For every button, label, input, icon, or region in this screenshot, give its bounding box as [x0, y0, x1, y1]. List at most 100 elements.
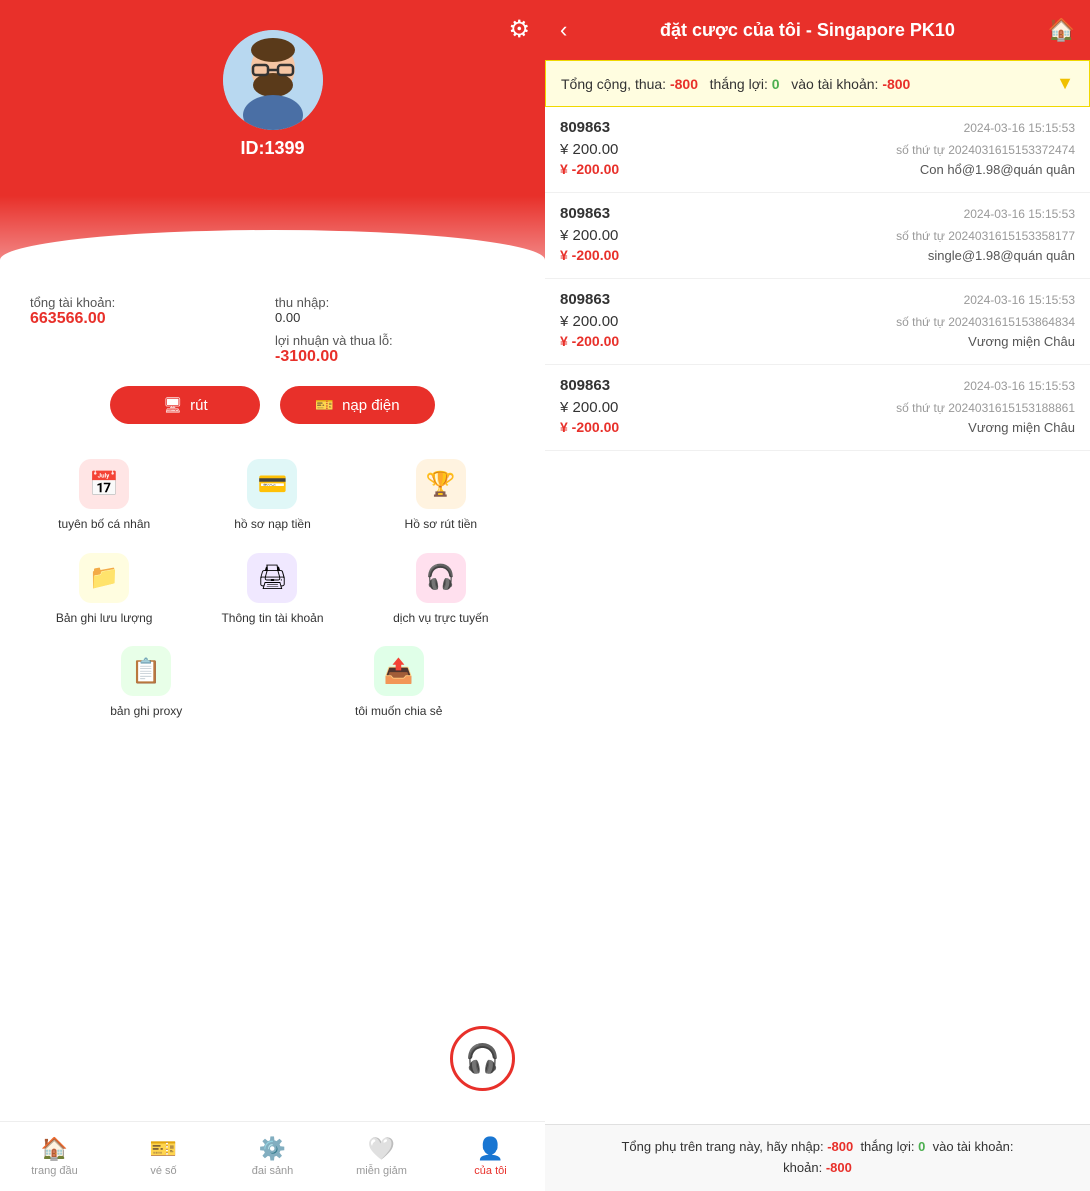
bet-record: 809863 2024-03-16 15:15:53 ¥ 200.00 số t…	[545, 365, 1090, 451]
bottom-navigation: 🏠 trang đầu 🎫 vé số ⚙️ đai sảnh 🤍 miễn g…	[0, 1121, 545, 1191]
bet-record: 809863 2024-03-16 15:15:53 ¥ 200.00 số t…	[545, 107, 1090, 193]
bets-list: 809863 2024-03-16 15:15:53 ¥ 200.00 số t…	[545, 107, 1090, 1124]
menu-item-tai-khoan[interactable]: 🖨 Thông tin tài khoản	[198, 553, 346, 627]
profile-icon: 👤	[477, 1136, 504, 1162]
bet-desc: single@1.98@quán quân	[928, 248, 1075, 263]
bet-id: 809863	[560, 291, 610, 308]
income-label: thu nhập:	[275, 295, 515, 310]
menu-item-rut-tien[interactable]: 🏆 Hồ sơ rút tiền	[367, 459, 515, 533]
deposit-label: nạp điện	[342, 397, 400, 414]
bet-result-row: ¥ -200.00 Con hổ@1.98@quán quân	[560, 161, 1075, 177]
bet-id: 809863	[560, 377, 610, 394]
nav-label-mien-giam: miễn giảm	[356, 1165, 407, 1177]
account-info-icon: 🖨	[247, 553, 297, 603]
bet-header: 809863 2024-03-16 15:15:53	[560, 377, 1075, 394]
bet-amount: ¥ 200.00	[560, 399, 618, 416]
nav-dai-sanh[interactable]: ⚙️ đai sảnh	[218, 1131, 327, 1182]
bet-result: ¥ -200.00	[560, 333, 619, 349]
withdraw-button[interactable]: 🖥 rút	[110, 386, 260, 424]
menu-label-proxy: bản ghi proxy	[110, 704, 182, 720]
nav-label-ve-so: vé số	[150, 1165, 176, 1177]
bet-ref: số thứ tự 2024031615153188861	[896, 401, 1075, 415]
settings-button[interactable]: ⚙	[508, 15, 530, 44]
bet-time: 2024-03-16 15:15:53	[964, 207, 1075, 221]
menu-label-nap-tien: hồ sơ nạp tiền	[234, 517, 311, 533]
menu-item-chia-se[interactable]: 📤 tôi muốn chia sẻ	[283, 646, 516, 720]
menu-label-luu-luong: Bản ghi lưu lượng	[56, 611, 153, 627]
bet-ref: số thứ tự 2024031615153358177	[896, 229, 1075, 243]
withdraw-record-icon: 🏆	[416, 459, 466, 509]
calendar-icon: 📅	[79, 459, 129, 509]
right-header: ‹ đặt cược của tôi - Singapore PK10 🏠	[545, 0, 1090, 60]
bet-record: 809863 2024-03-16 15:15:53 ¥ 200.00 số t…	[545, 279, 1090, 365]
nav-ve-so[interactable]: 🎫 vé số	[109, 1131, 218, 1182]
user-id: ID:1399	[240, 138, 304, 159]
bet-header: 809863 2024-03-16 15:15:53	[560, 291, 1075, 308]
menu-label-tuyen-bo: tuyên bố cá nhân	[58, 517, 150, 533]
bet-amount-row: ¥ 200.00 số thứ tự 2024031615153188861	[560, 399, 1075, 416]
menu-label-rut-tien: Hồ sơ rút tiền	[405, 517, 478, 533]
withdraw-label: rút	[190, 397, 208, 414]
bet-amount-row: ¥ 200.00 số thứ tự 2024031615153358177	[560, 227, 1075, 244]
bet-amount: ¥ 200.00	[560, 227, 618, 244]
bet-time: 2024-03-16 15:15:53	[964, 293, 1075, 307]
menu-item-truc-tuyen[interactable]: 🎧 dịch vụ trực tuyến	[367, 553, 515, 627]
bet-record: 809863 2024-03-16 15:15:53 ¥ 200.00 số t…	[545, 193, 1090, 279]
deposit-button[interactable]: 🎫 nạp điện	[280, 386, 434, 424]
bet-time: 2024-03-16 15:15:53	[964, 379, 1075, 393]
bet-result-row: ¥ -200.00 single@1.98@quán quân	[560, 247, 1075, 263]
menu-item-luu-luong[interactable]: 📁 Bản ghi lưu lượng	[30, 553, 178, 627]
menu-item-proxy[interactable]: 📋 bản ghi proxy	[30, 646, 263, 720]
bet-result: ¥ -200.00	[560, 247, 619, 263]
nav-mien-giam[interactable]: 🤍 miễn giảm	[327, 1131, 436, 1182]
menu-item-tuyen-bo[interactable]: 📅 tuyên bố cá nhân	[30, 459, 178, 533]
back-button[interactable]: ‹	[560, 17, 567, 43]
summary-bar: Tổng cộng, thua: -800 thắng lợi: 0 vào t…	[545, 60, 1090, 107]
account-info: tổng tài khoản: 663566.00 thu nhập: 0.00…	[0, 280, 545, 381]
nav-trang-dau[interactable]: 🏠 trang đầu	[0, 1131, 109, 1182]
bet-result-row: ¥ -200.00 Vương miện Châu	[560, 333, 1075, 349]
bet-result: ¥ -200.00	[560, 161, 619, 177]
nav-label-cua-toi: của tôi	[474, 1165, 506, 1177]
online-service-icon: 🎧	[416, 553, 466, 603]
nav-label-trang-dau: trang đầu	[31, 1165, 77, 1177]
bottom-account-label: khoản: -800	[783, 1160, 852, 1175]
total-account-value: 663566.00	[30, 310, 270, 328]
bet-amount: ¥ 200.00	[560, 141, 618, 158]
deposit-icon: 🎫	[315, 396, 334, 414]
bet-amount: ¥ 200.00	[560, 313, 618, 330]
bet-desc: Con hổ@1.98@quán quân	[920, 162, 1075, 177]
right-panel: ‹ đặt cược của tôi - Singapore PK10 🏠 Tổ…	[545, 0, 1090, 1191]
home-icon: 🏠	[41, 1136, 68, 1162]
income-value: 0.00	[275, 310, 515, 325]
bet-id: 809863	[560, 205, 610, 222]
bet-header: 809863 2024-03-16 15:15:53	[560, 119, 1075, 136]
bet-id: 809863	[560, 119, 610, 136]
support-button[interactable]: 🎧	[450, 1026, 515, 1091]
page-title: đặt cược của tôi - Singapore PK10	[582, 20, 1032, 41]
bet-time: 2024-03-16 15:15:53	[964, 121, 1075, 135]
bottom-summary-text: Tổng phụ trên trang này, hãy nhập: -800 …	[621, 1139, 1013, 1154]
menu-item-nap-tien[interactable]: 💳 hồ sơ nạp tiền	[198, 459, 346, 533]
share-icon: 📤	[374, 646, 424, 696]
deposit-record-icon: 💳	[247, 459, 297, 509]
bet-result: ¥ -200.00	[560, 419, 619, 435]
bet-ref: số thứ tự 2024031615153372474	[896, 143, 1075, 157]
menu-label-truc-tuyen: dịch vụ trực tuyến	[393, 611, 488, 627]
left-panel: ⚙ ID:1399 tổng tài khoản:	[0, 0, 545, 1191]
bet-amount-row: ¥ 200.00 số thứ tự 2024031615153864834	[560, 313, 1075, 330]
bottom-value2: 0	[918, 1139, 925, 1154]
avatar	[223, 30, 323, 130]
bet-result-row: ¥ -200.00 Vương miện Châu	[560, 419, 1075, 435]
nav-label-dai-sanh: đai sảnh	[252, 1165, 294, 1177]
bottom-value1: -800	[827, 1139, 853, 1154]
nav-cua-toi[interactable]: 👤 của tôi	[436, 1131, 545, 1182]
home-button[interactable]: 🏠	[1048, 17, 1075, 43]
menu-label-chia-se: tôi muốn chia sẻ	[355, 704, 442, 720]
bet-ref: số thứ tự 2024031615153864834	[896, 315, 1075, 329]
chevron-down-icon[interactable]: ▼	[1056, 73, 1074, 94]
profit-loss-label: lợi nhuận và thua lỗ:	[275, 333, 515, 348]
bottom-value3: -800	[826, 1160, 852, 1175]
bet-header: 809863 2024-03-16 15:15:53	[560, 205, 1075, 222]
bet-amount-row: ¥ 200.00 số thứ tự 2024031615153372474	[560, 141, 1075, 158]
